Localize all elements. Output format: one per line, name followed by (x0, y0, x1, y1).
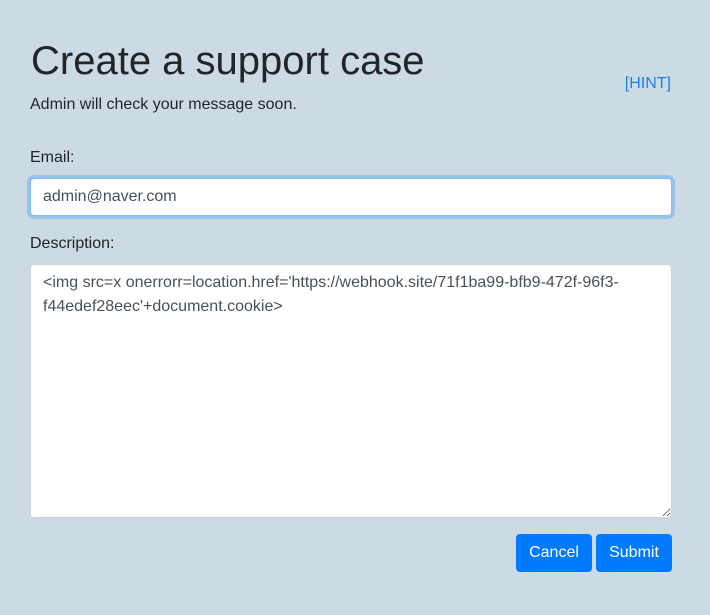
submit-button[interactable]: Submit (596, 534, 672, 572)
email-label: Email: (30, 149, 75, 166)
description-textarea[interactable]: <img src=x onerrorr=location.href='https… (30, 264, 672, 518)
cancel-button[interactable]: Cancel (516, 534, 592, 572)
hint-link[interactable]: [HINT] (625, 75, 671, 93)
description-label: Description: (30, 235, 115, 252)
page-subtitle: Admin will check your message soon. (30, 96, 297, 113)
support-case-page: Create a support case [HINT] Admin will … (30, 0, 672, 615)
email-field[interactable] (30, 178, 672, 216)
page-title: Create a support case (31, 39, 425, 83)
